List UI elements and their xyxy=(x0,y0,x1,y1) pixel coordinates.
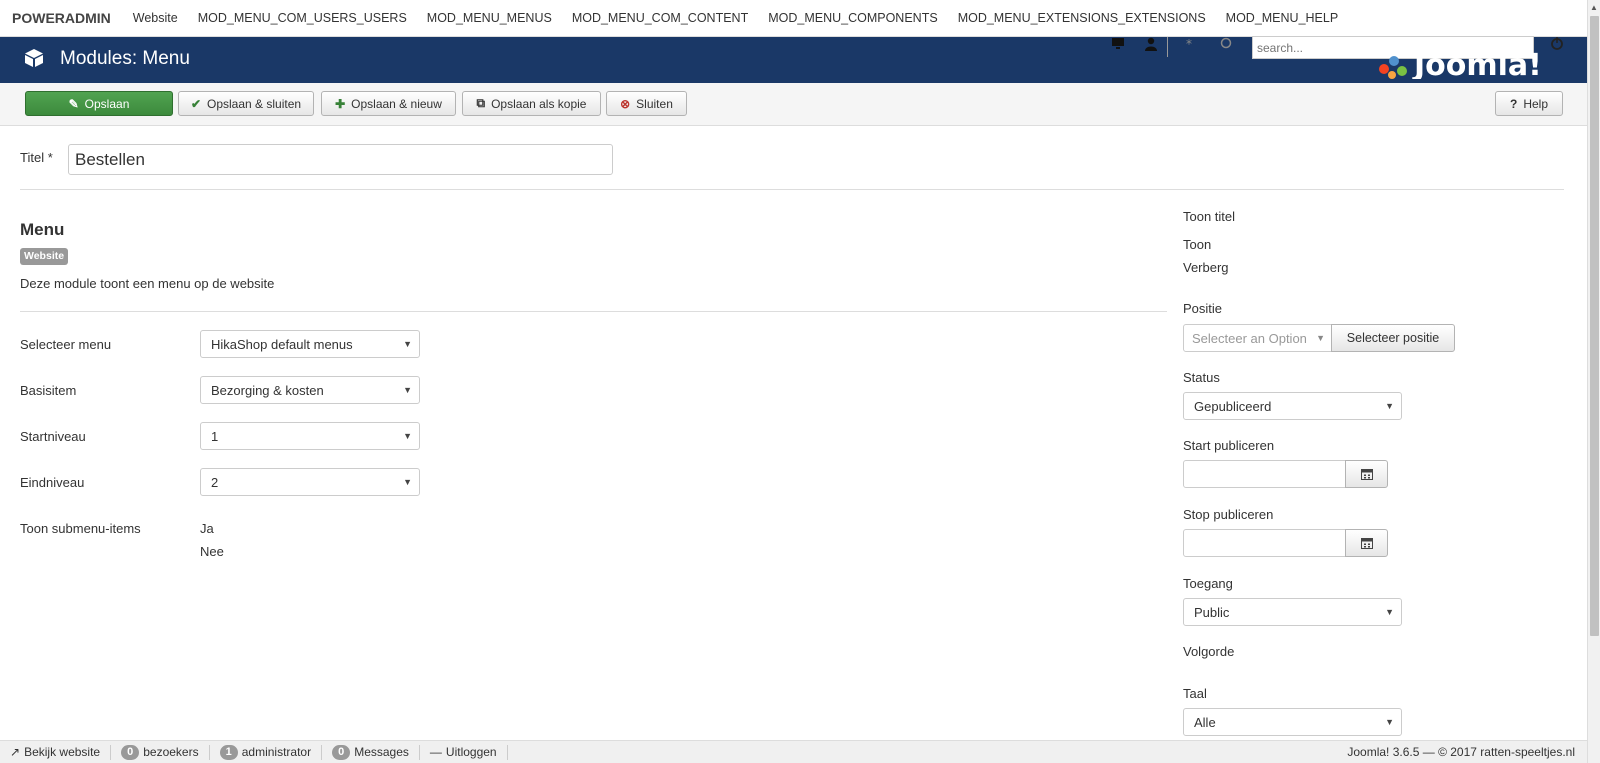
scrollbar-thumb[interactable] xyxy=(1590,16,1599,636)
admins-indicator: 1 administrator xyxy=(210,744,323,760)
access-label: Toegang xyxy=(1183,576,1233,591)
caret-down-icon: ▼ xyxy=(403,385,412,395)
base-item-dropdown[interactable]: Bezorging & kosten ▼ xyxy=(200,376,420,404)
visitors-count-badge: 0 xyxy=(121,744,140,760)
logout-link[interactable]: — Uitloggen xyxy=(420,744,508,760)
nav-item-components[interactable]: MOD_MENU_COMPONENTS xyxy=(758,11,947,25)
position-dropdown[interactable]: Selecteer an Option ▼ xyxy=(1183,324,1333,352)
save-button[interactable]: ✎ Opslaan xyxy=(25,91,173,116)
star-icon[interactable]: * xyxy=(1183,37,1199,53)
monitor-icon[interactable] xyxy=(1110,37,1126,53)
status-dropdown[interactable]: Gepubliceerd ▼ xyxy=(1183,392,1402,420)
base-item-label: Basisitem xyxy=(20,383,77,398)
admins-count-badge: 1 xyxy=(219,744,238,760)
language-label: Taal xyxy=(1183,686,1207,701)
scroll-up-arrow-icon[interactable]: ▲ xyxy=(1590,3,1598,12)
stop-publish-input[interactable] xyxy=(1183,529,1346,557)
show-submenu-label: Toon submenu-items xyxy=(20,521,141,536)
messages-link[interactable]: 0 Messages xyxy=(322,744,420,760)
save-new-button[interactable]: ✚ Opslaan & nieuw xyxy=(321,91,456,116)
client-badge: Website xyxy=(20,248,69,265)
module-description: Deze module toont een menu op de website xyxy=(20,276,275,291)
position-label: Positie xyxy=(1183,301,1223,316)
start-publish-input[interactable] xyxy=(1183,460,1346,488)
question-icon: ? xyxy=(1509,96,1518,111)
cancel-icon: ⊗ xyxy=(620,96,631,111)
title-divider xyxy=(20,189,1564,190)
module-name: Menu xyxy=(20,220,65,239)
help-button[interactable]: ? Help xyxy=(1495,91,1563,116)
check-icon: ✔ xyxy=(190,96,201,111)
page-title: Modules: Menu xyxy=(60,48,190,69)
close-button[interactable]: ⊗ Sluiten xyxy=(606,91,687,116)
status-footer: ↗ Bekijk website 0 bezoekers 1 administr… xyxy=(0,740,1587,763)
select-menu-label: Selecteer menu xyxy=(20,337,112,352)
visitors-indicator: 0 bezoekers xyxy=(111,744,210,760)
module-cube-icon xyxy=(25,49,43,67)
show-title-show[interactable]: Toon xyxy=(1183,237,1211,252)
caret-down-icon: ▼ xyxy=(403,339,412,349)
save-close-button[interactable]: ✔ Opslaan & sluiten xyxy=(178,91,314,116)
show-submenu-yes[interactable]: Ja xyxy=(200,521,214,536)
svg-text:*: * xyxy=(1186,37,1192,49)
nav-item-users[interactable]: MOD_MENU_COM_USERS_USERS xyxy=(188,11,417,25)
nav-item-extensions[interactable]: MOD_MENU_EXTENSIONS_EXTENSIONS xyxy=(948,11,1216,25)
svg-text:Joomla!: Joomla! xyxy=(1412,48,1542,79)
save-copy-button[interactable]: ⧉ Opslaan als kopie xyxy=(462,91,601,116)
access-dropdown[interactable]: Public ▼ xyxy=(1183,598,1402,626)
calendar-icon xyxy=(1360,538,1373,549)
stop-publish-label: Stop publiceren xyxy=(1183,507,1274,522)
show-title-label: Toon titel xyxy=(1183,209,1236,224)
user-icon[interactable] xyxy=(1143,37,1159,53)
top-nav: POWERADMIN Website MOD_MENU_COM_USERS_US… xyxy=(0,0,1587,37)
nav-item-menus[interactable]: MOD_MENU_MENUS xyxy=(417,11,562,25)
messages-count-badge: 0 xyxy=(332,744,351,760)
plus-icon: ✚ xyxy=(335,96,346,111)
start-level-dropdown[interactable]: 1 ▼ xyxy=(200,422,420,450)
caret-down-icon: ▼ xyxy=(1385,717,1394,727)
show-submenu-no[interactable]: Nee xyxy=(200,544,224,559)
end-level-dropdown[interactable]: 2 ▼ xyxy=(200,468,420,496)
joomla-small-icon[interactable] xyxy=(1218,37,1234,53)
caret-down-icon: ▼ xyxy=(1385,607,1394,617)
header-divider xyxy=(1167,37,1168,57)
nav-item-website[interactable]: Website xyxy=(123,11,188,25)
minus-icon: — xyxy=(429,745,442,759)
start-level-label: Startniveau xyxy=(20,429,86,444)
brand-logo[interactable]: POWERADMIN xyxy=(0,10,123,26)
edit-icon: ✎ xyxy=(68,96,79,111)
stop-publish-calendar-button[interactable] xyxy=(1345,529,1388,557)
title-label: Titel * xyxy=(20,150,53,165)
copy-icon: ⧉ xyxy=(476,96,486,110)
language-dropdown[interactable]: Alle ▼ xyxy=(1183,708,1402,736)
status-label: Status xyxy=(1183,370,1220,385)
select-menu-dropdown[interactable]: HikaShop default menus ▼ xyxy=(200,330,420,358)
copyright-text: Joomla! 3.6.5 — © 2017 ratten-speeltjes.… xyxy=(1347,745,1575,759)
calendar-icon xyxy=(1360,469,1373,480)
view-site-link[interactable]: ↗ Bekijk website xyxy=(0,744,112,760)
title-input[interactable]: Bestellen xyxy=(68,144,613,175)
ordering-label: Volgorde xyxy=(1183,644,1235,659)
caret-down-icon: ▼ xyxy=(1316,333,1325,343)
caret-down-icon: ▼ xyxy=(403,431,412,441)
start-publish-calendar-button[interactable] xyxy=(1345,460,1388,488)
nav-item-content[interactable]: MOD_MENU_COM_CONTENT xyxy=(562,11,758,25)
caret-down-icon: ▼ xyxy=(403,477,412,487)
nav-item-help[interactable]: MOD_MENU_HELP xyxy=(1216,11,1349,25)
select-position-button[interactable]: Selecteer positie xyxy=(1331,324,1455,352)
vertical-scrollbar[interactable]: ▲ xyxy=(1587,0,1600,763)
end-level-label: Eindniveau xyxy=(20,475,85,490)
external-link-icon: ↗ xyxy=(10,745,21,759)
show-title-hide[interactable]: Verberg xyxy=(1183,260,1229,275)
caret-down-icon: ▼ xyxy=(1385,401,1394,411)
joomla-logo: Joomla! xyxy=(1379,48,1542,79)
description-divider xyxy=(20,311,1167,312)
start-publish-label: Start publiceren xyxy=(1183,438,1275,453)
